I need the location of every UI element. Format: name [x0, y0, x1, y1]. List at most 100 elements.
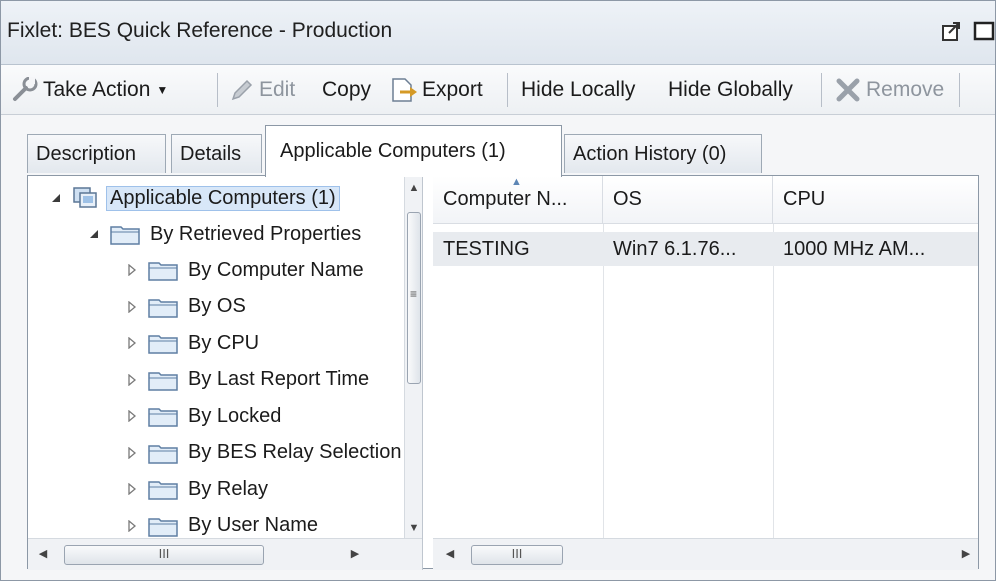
- take-action-button[interactable]: Take Action ▼: [11, 75, 168, 105]
- pencil-icon: [231, 79, 253, 101]
- toolbar-separator: [217, 73, 218, 107]
- remove-button[interactable]: Remove: [835, 75, 944, 105]
- tree-item-label: By CPU: [188, 331, 260, 354]
- cell-computer-name: TESTING: [443, 237, 530, 260]
- wrench-icon: [13, 77, 38, 101]
- toolbar: Take Action ▼ Edit Copy Export Hide Loca…: [1, 65, 995, 115]
- tree-item[interactable]: By Relay: [124, 471, 268, 507]
- hide-globally-button[interactable]: Hide Globally: [668, 75, 793, 105]
- tree-item[interactable]: By OS: [124, 289, 246, 325]
- tab-history-label: Action History (0): [573, 142, 727, 165]
- tab-details-label: Details: [180, 142, 242, 165]
- table-row[interactable]: TESTING Win7 6.1.76... 1000 MHz AM...: [433, 232, 978, 266]
- tree-item[interactable]: By Locked: [124, 398, 281, 434]
- toolbar-separator: [507, 73, 508, 107]
- scroll-up-icon[interactable]: ▲: [405, 182, 422, 194]
- tab-action-history[interactable]: Action History (0): [564, 134, 762, 173]
- toolbar-separator: [821, 73, 822, 107]
- tree-hscroll-thumb[interactable]: III: [64, 545, 264, 565]
- tab-applicable-label: Applicable Computers (1): [280, 140, 506, 162]
- hide-globally-label: Hide Globally: [668, 78, 793, 101]
- tree-item[interactable]: By CPU: [124, 325, 259, 361]
- column-divider: [603, 224, 604, 538]
- copy-label: Copy: [322, 78, 372, 101]
- tree-vscroll-thumb[interactable]: ≡: [407, 212, 421, 384]
- collapsed-triangle-icon[interactable]: [124, 372, 140, 388]
- scroll-left-icon[interactable]: ◀: [441, 547, 459, 560]
- scroll-left-icon[interactable]: ◀: [34, 547, 52, 560]
- collapsed-triangle-icon[interactable]: [124, 408, 140, 424]
- collapsed-triangle-icon[interactable]: [124, 445, 140, 461]
- column-header-os[interactable]: OS: [603, 176, 773, 224]
- collapsed-triangle-icon[interactable]: [124, 262, 140, 278]
- column-cpu-label: CPU: [783, 188, 826, 210]
- tree-item-label: By BES Relay Selection: [188, 441, 402, 463]
- take-action-label: Take Action: [43, 78, 151, 101]
- scroll-right-icon[interactable]: ▶: [957, 547, 975, 560]
- computers-icon: [73, 187, 97, 208]
- tree-item-label: By Relay: [188, 477, 269, 500]
- copy-button[interactable]: Copy: [322, 75, 371, 105]
- tree-root-applicable[interactable]: Applicable Computers (1): [48, 180, 340, 216]
- tree-item-label: By Computer Name: [188, 258, 364, 281]
- tree-item[interactable]: By Last Report Time: [124, 362, 369, 398]
- hide-locally-label: Hide Locally: [521, 78, 636, 101]
- scroll-right-icon[interactable]: ▶: [346, 547, 364, 560]
- edit-label: Edit: [259, 78, 296, 101]
- window-title: Fixlet: BES Quick Reference - Production: [7, 19, 393, 42]
- tree-horizontal-scrollbar[interactable]: ◀ III ▶: [28, 538, 422, 570]
- remove-x-icon: [836, 78, 860, 102]
- title-bar: Fixlet: BES Quick Reference - Production: [1, 1, 995, 65]
- collapsed-triangle-icon[interactable]: [124, 518, 140, 534]
- grip-label: III: [158, 546, 170, 561]
- column-computer-name-label: Computer N...: [443, 188, 568, 210]
- tree-item-label: By Last Report Time: [188, 368, 370, 390]
- tree-item[interactable]: By Computer Name: [124, 252, 364, 288]
- grip-label: III: [511, 546, 523, 561]
- tab-applicable-computers[interactable]: Applicable Computers (1): [265, 125, 562, 177]
- folder-icon: [148, 335, 178, 354]
- grid-horizontal-scrollbar[interactable]: ◀ III ▶: [433, 538, 978, 570]
- column-header-computer-name[interactable]: ▲ Computer N...: [433, 176, 603, 224]
- edit-button[interactable]: Edit: [230, 75, 295, 105]
- column-divider: [773, 224, 774, 538]
- export-label: Export: [422, 78, 483, 101]
- column-header-cpu[interactable]: CPU: [773, 176, 978, 224]
- collapsed-triangle-icon[interactable]: [124, 481, 140, 497]
- column-os-label: OS: [613, 188, 642, 210]
- undock-icon[interactable]: [941, 19, 963, 43]
- sort-ascending-icon: ▲: [511, 176, 522, 188]
- tab-description[interactable]: Description: [27, 134, 166, 173]
- tree-vertical-scrollbar[interactable]: ▲ ≡ ▼: [404, 176, 422, 538]
- computers-grid: ▲ Computer N... OS CPU TESTING Win7 6.1.…: [433, 176, 978, 570]
- tab-description-label: Description: [36, 142, 137, 165]
- fixlet-window: Fixlet: BES Quick Reference - Production…: [0, 0, 996, 581]
- folder-icon: [148, 444, 178, 464]
- folder-icon: [148, 262, 178, 281]
- tree-item[interactable]: By BES Relay Selection: [124, 435, 401, 471]
- grid-hscroll-thumb[interactable]: III: [471, 545, 563, 565]
- tree-root-label: Applicable Computers (1): [106, 185, 340, 211]
- scroll-down-icon[interactable]: ▼: [405, 522, 422, 534]
- maximize-icon[interactable]: [973, 19, 995, 43]
- collapsed-triangle-icon[interactable]: [124, 299, 140, 315]
- cell-cpu: 1000 MHz AM...: [783, 237, 926, 260]
- tab-strip: Description Details Applicable Computers…: [1, 115, 995, 177]
- toolbar-separator: [959, 73, 960, 107]
- export-button[interactable]: Export: [390, 75, 483, 105]
- expanded-triangle-icon[interactable]: [48, 190, 64, 206]
- tab-details[interactable]: Details: [171, 134, 262, 173]
- expanded-triangle-icon[interactable]: [86, 226, 102, 242]
- dropdown-arrow-icon: ▼: [156, 83, 169, 97]
- tree-item-label: By OS: [188, 295, 246, 317]
- collapsed-triangle-icon[interactable]: [124, 335, 140, 351]
- tree-group-retrieved-properties[interactable]: By Retrieved Properties: [86, 216, 361, 252]
- folder-icon: [148, 371, 178, 391]
- filter-tree: Applicable Computers (1) By Retrieved Pr…: [28, 176, 423, 570]
- hide-locally-button[interactable]: Hide Locally: [521, 75, 635, 105]
- folder-icon: [148, 517, 178, 537]
- grip-icon: ≡: [410, 287, 418, 301]
- tree-item-label: By User Name: [188, 514, 319, 536]
- folder-icon: [148, 298, 178, 318]
- tree-item-label: By Locked: [188, 404, 282, 427]
